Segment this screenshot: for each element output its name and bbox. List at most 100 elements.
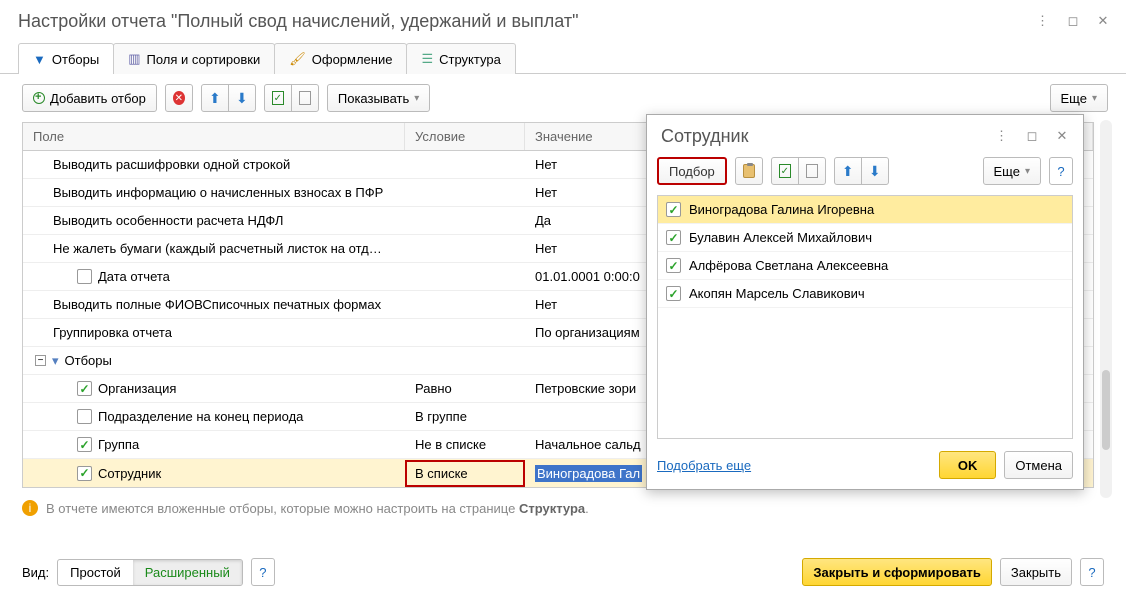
footer: Вид: Простой Расширенный ? Закрыть и сфо… [0, 558, 1126, 586]
field-label: Выводить особенности расчета НДФЛ [53, 213, 283, 228]
select-group [771, 157, 826, 185]
field-label: Выводить полные ФИОВСписочных печатных ф… [53, 297, 381, 312]
select-all-button[interactable] [264, 84, 292, 112]
kebab-icon[interactable]: ⋮ [991, 125, 1013, 147]
funnel-icon: ▾ [52, 353, 59, 369]
select-none-button[interactable] [291, 84, 319, 112]
ok-button[interactable]: OK [939, 451, 997, 479]
employee-list[interactable]: Виноградова Галина Игоревна Булавин Алекс… [657, 195, 1073, 439]
move-down-button[interactable]: ⬇ [228, 84, 256, 112]
maximize-icon[interactable]: ◻ [1021, 125, 1043, 147]
dialog-toolbar: Подбор ⬆ ⬇ Еще ? [647, 151, 1083, 191]
list-item[interactable]: Виноградова Галина Игоревна [658, 196, 1072, 224]
more-button[interactable]: Еще [983, 157, 1041, 185]
condition-cell[interactable]: Не в списке [405, 437, 525, 452]
clipboard-icon [743, 164, 755, 178]
field-label: Дата отчета [98, 269, 170, 284]
row-checkbox[interactable] [77, 437, 92, 452]
tab-structure[interactable]: ☰ Структура [406, 43, 515, 74]
close-icon[interactable]: ✕ [1051, 125, 1073, 147]
dialog-footer: Подобрать еще OK Отмена [647, 443, 1083, 489]
item-label: Булавин Алексей Михайлович [689, 230, 872, 245]
button-label: Показывать [338, 91, 409, 106]
move-up-button[interactable]: ⬆ [201, 84, 229, 112]
help-button[interactable]: ? [1049, 157, 1073, 185]
tab-filters[interactable]: ▼ Отборы [18, 43, 114, 74]
plus-icon [33, 92, 45, 104]
help-button[interactable]: ? [251, 558, 275, 586]
window-header: Настройки отчета "Полный свод начислений… [0, 0, 1126, 38]
row-checkbox[interactable] [77, 466, 92, 481]
window-title: Настройки отчета "Полный свод начислений… [18, 11, 578, 32]
tabs-bar: ▼ Отборы ▥ Поля и сортировки 🖌 Оформлени… [0, 42, 1126, 74]
expand-toggle[interactable]: − [35, 355, 46, 366]
kebab-icon[interactable]: ⋮ [1032, 10, 1054, 32]
more-button[interactable]: Еще [1050, 84, 1108, 112]
info-bar: i В отчете имеются вложенные отборы, кот… [0, 488, 1126, 528]
mode-extended[interactable]: Расширенный [133, 560, 242, 585]
window-controls: ⋮ ◻ ✕ [1032, 10, 1114, 32]
row-checkbox[interactable] [77, 381, 92, 396]
scrollbar[interactable] [1100, 120, 1112, 498]
move-up-button[interactable]: ⬆ [834, 157, 862, 185]
col-condition[interactable]: Условие [405, 123, 525, 150]
uncheck-all-icon [806, 164, 818, 178]
close-and-generate-button[interactable]: Закрыть и сформировать [802, 558, 992, 586]
tree-icon: ☰ [421, 51, 433, 67]
condition-cell[interactable]: Равно [405, 381, 525, 396]
tab-appearance[interactable]: 🖌 Оформление [274, 43, 407, 74]
tab-label: Оформление [312, 52, 393, 67]
select-group [264, 84, 319, 112]
field-label: Сотрудник [98, 466, 161, 481]
list-item[interactable]: Булавин Алексей Михайлович [658, 224, 1072, 252]
list-item[interactable]: Акопян Марсель Славикович [658, 280, 1072, 308]
maximize-icon[interactable]: ◻ [1062, 10, 1084, 32]
button-label: Еще [1061, 91, 1087, 106]
item-checkbox[interactable] [666, 230, 681, 245]
item-checkbox[interactable] [666, 258, 681, 273]
pick-more-link[interactable]: Подобрать еще [657, 458, 751, 473]
help-button-footer[interactable]: ? [1080, 558, 1104, 586]
tab-label: Поля и сортировки [147, 52, 261, 67]
pick-button[interactable]: Подбор [657, 157, 727, 185]
item-label: Алфёрова Светлана Алексеевна [689, 258, 888, 273]
field-label: Группировка отчета [53, 325, 172, 340]
move-down-button[interactable]: ⬇ [861, 157, 889, 185]
condition-cell[interactable]: В группе [405, 409, 525, 424]
field-label: Подразделение на конец периода [98, 409, 303, 424]
scrollbar-thumb[interactable] [1102, 370, 1110, 450]
info-icon: i [22, 500, 38, 516]
view-mode-switch: Простой Расширенный [57, 559, 243, 586]
row-checkbox[interactable] [77, 269, 92, 284]
item-checkbox[interactable] [666, 286, 681, 301]
field-label: Группа [98, 437, 139, 452]
add-filter-button[interactable]: Добавить отбор [22, 84, 157, 112]
select-all-button[interactable] [771, 157, 799, 185]
cancel-button[interactable]: Отмена [1004, 451, 1073, 479]
paste-button[interactable] [735, 157, 763, 185]
dialog-header: Сотрудник ⋮ ◻ ✕ [647, 115, 1083, 151]
close-icon[interactable]: ✕ [1092, 10, 1114, 32]
item-checkbox[interactable] [666, 202, 681, 217]
columns-icon: ▥ [128, 51, 140, 67]
row-checkbox[interactable] [77, 409, 92, 424]
arrow-down-icon: ⬇ [236, 90, 248, 107]
delete-icon: ✕ [173, 91, 185, 105]
delete-button[interactable]: ✕ [165, 84, 193, 112]
close-button[interactable]: Закрыть [1000, 558, 1072, 586]
tab-fields[interactable]: ▥ Поля и сортировки [113, 43, 275, 74]
select-none-button[interactable] [798, 157, 826, 185]
list-item[interactable]: Алфёрова Светлана Алексеевна [658, 252, 1072, 280]
col-field[interactable]: Поле [23, 123, 405, 150]
uncheck-all-icon [299, 91, 311, 105]
check-all-icon [779, 164, 791, 178]
item-label: Акопян Марсель Славикович [689, 286, 865, 301]
field-label: Отборы [65, 353, 112, 368]
tab-label: Отборы [52, 52, 99, 67]
condition-cell[interactable]: В списке [405, 460, 525, 487]
show-dropdown[interactable]: Показывать [327, 84, 430, 112]
move-group: ⬆ ⬇ [834, 157, 889, 185]
field-label: Выводить информацию о начисленных взноса… [53, 185, 383, 200]
mode-simple[interactable]: Простой [58, 560, 133, 585]
button-label: Добавить отбор [50, 91, 146, 106]
